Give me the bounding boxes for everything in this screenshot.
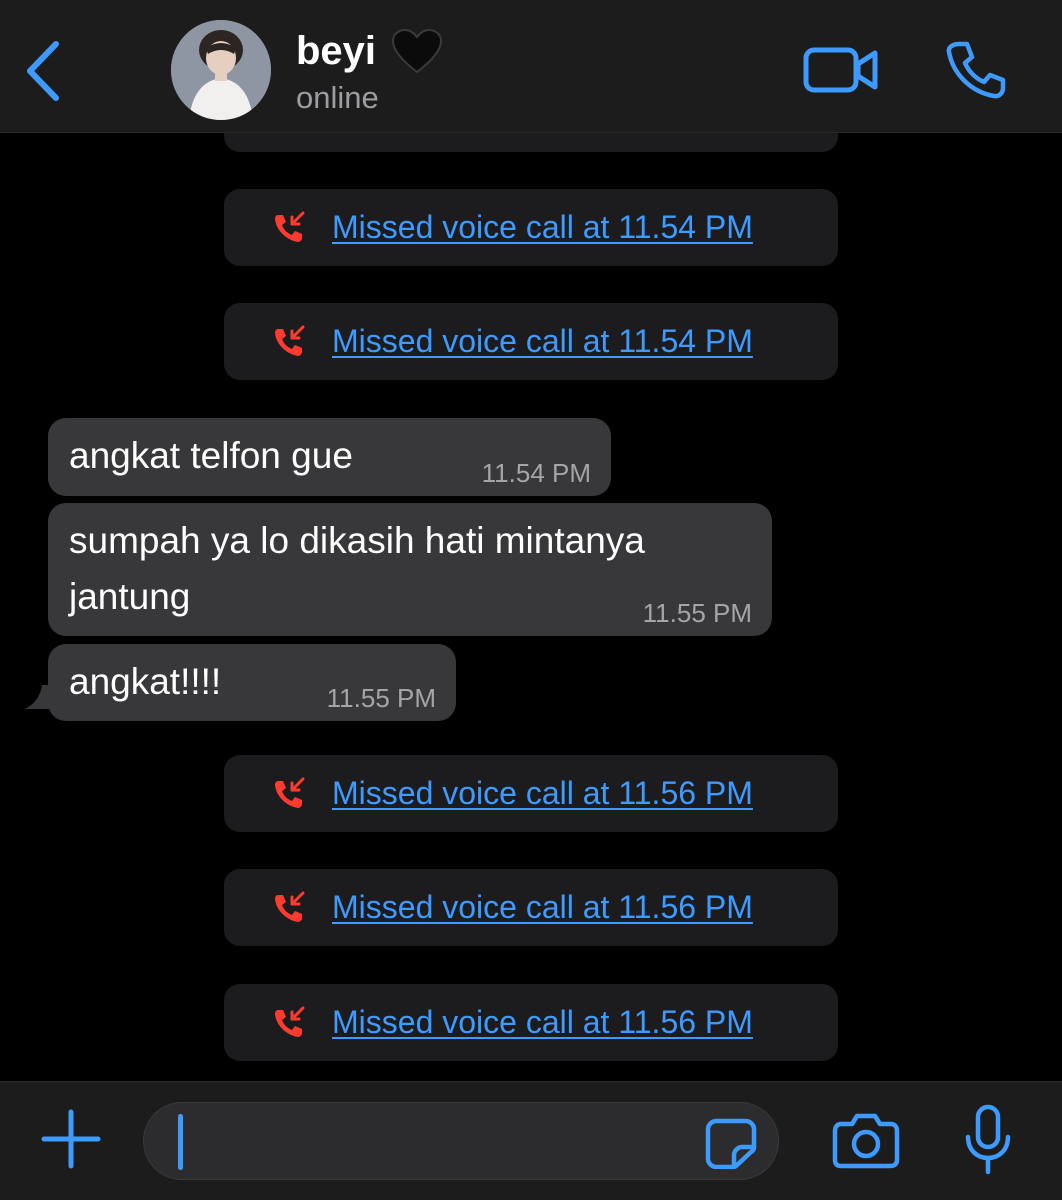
bubble-tail [24, 685, 54, 709]
missed-call-message[interactable]: Missed voice call at 11.54 PM [224, 189, 838, 266]
video-camera-icon[interactable] [803, 44, 879, 96]
incoming-message[interactable]: angkat!!!! 11.55 PM [24, 644, 456, 721]
missed-call-message[interactable]: Missed voice call at 11.56 PM [224, 869, 838, 946]
message-timestamp: 11.55 PM [642, 598, 752, 628]
chat-screen: beyi online Missed voice call at 11.54 P… [0, 0, 1062, 1200]
missed-call-message[interactable]: Missed voice call at 11.56 PM [224, 755, 838, 832]
message-text: sumpah ya lo dikasih hati mintanya jantu… [69, 520, 645, 617]
chevron-left-icon[interactable] [22, 38, 66, 104]
chat-header: beyi online [0, 0, 1062, 133]
missed-call-text[interactable]: Missed voice call at 11.56 PM [332, 889, 753, 926]
message-text: angkat telfon gue [69, 435, 353, 476]
incoming-message[interactable]: angkat telfon gue 11.54 PM [48, 418, 611, 496]
missed-call-icon [275, 1006, 305, 1037]
missed-call-icon [275, 891, 305, 922]
contact-name-text: beyi [296, 28, 377, 73]
camera-icon[interactable] [832, 1112, 900, 1170]
message-text: angkat!!!! [69, 661, 222, 702]
contact-name[interactable]: beyi [296, 27, 444, 75]
message-composer [0, 1081, 1062, 1200]
message-input-wrapper[interactable] [143, 1102, 779, 1180]
incoming-message[interactable]: sumpah ya lo dikasih hati mintanya jantu… [48, 503, 772, 636]
missed-call-message[interactable]: Missed voice call at 11.56 PM [224, 984, 838, 1061]
avatar[interactable] [171, 20, 271, 120]
text-caret [178, 1114, 183, 1170]
plus-icon[interactable] [40, 1108, 102, 1170]
black-heart-icon [392, 28, 443, 74]
message-input[interactable] [174, 1113, 694, 1169]
microphone-icon[interactable] [963, 1104, 1013, 1178]
missed-call-text[interactable]: Missed voice call at 11.54 PM [332, 323, 753, 360]
message-timestamp: 11.54 PM [481, 458, 591, 488]
avatar-photo [171, 20, 271, 120]
missed-call-icon [275, 211, 305, 242]
missed-call-icon [275, 325, 305, 356]
missed-call-text[interactable]: Missed voice call at 11.56 PM [332, 1004, 753, 1041]
missed-call-text[interactable]: Missed voice call at 11.54 PM [332, 209, 753, 246]
missed-call-message[interactable]: Missed voice call at 11.54 PM [224, 303, 838, 380]
phone-icon[interactable] [945, 40, 1007, 100]
message-timestamp: 11.55 PM [326, 683, 436, 713]
sticker-icon[interactable] [704, 1117, 758, 1169]
contact-status: online [296, 80, 379, 115]
missed-call-text[interactable]: Missed voice call at 11.56 PM [332, 775, 753, 812]
missed-call-icon [275, 777, 305, 808]
